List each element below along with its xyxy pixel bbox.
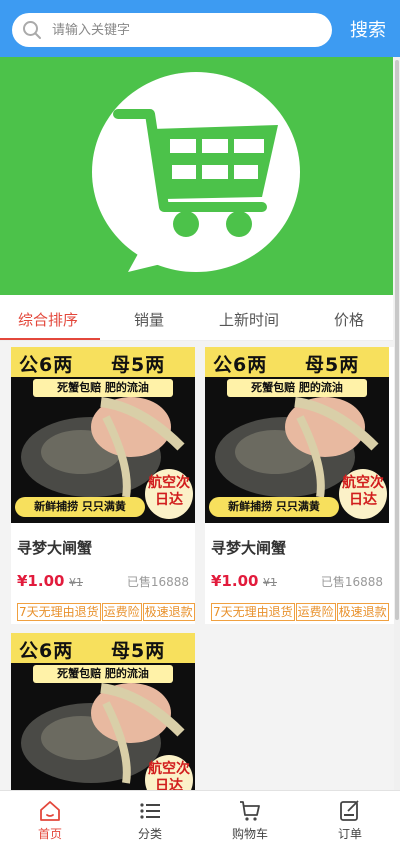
poster-title-right: 母5两 (305, 354, 360, 376)
poster-title-bar: 公6两 母5两 (11, 633, 195, 663)
tag-return: 7天无理由退货 (211, 603, 295, 621)
nav-home[interactable]: 首页 (0, 791, 100, 847)
product-card[interactable]: 公6两 母5两 死蟹包赔 肥的流油 新鲜捕捞 只只满黄 航空次日达 寻梦大闸蟹 … (11, 347, 195, 624)
poster-title-left: 公6两 (19, 354, 74, 376)
bottom-nav: 首页 分类 购物车 订单 (0, 790, 400, 847)
poster-title-right: 母5两 (111, 354, 166, 376)
poster-seal: 航空次日达 (145, 469, 193, 519)
product-price: ¥1.00 (211, 572, 259, 590)
product-old-price: ¥1 (263, 576, 277, 589)
nav-orders-label: 订单 (337, 827, 362, 841)
poster-title-left: 公6两 (19, 640, 74, 662)
product-name[interactable]: 寻梦大闸蟹 (211, 537, 286, 558)
search-icon (23, 21, 41, 39)
tab-newest[interactable]: 上新时间 (219, 309, 279, 330)
poster-title-right: 母5两 (111, 640, 166, 662)
product-card[interactable]: 公6两 母5两 死蟹包赔 肥的流油 新鲜捕捞 只只满黄 航空次日达 寻梦大闸蟹 … (205, 347, 394, 624)
promo-banner[interactable] (0, 57, 393, 295)
tag-shipping-insurance: 运费险 (295, 603, 336, 621)
cart-icon (240, 801, 260, 821)
tag-return: 7天无理由退货 (17, 603, 101, 621)
poster-title-bar: 公6两 母5两 (11, 347, 195, 377)
product-card[interactable]: 公6两 母5两 死蟹包赔 肥的流油 航空次日达 (11, 633, 195, 790)
nav-home-label: 首页 (37, 827, 62, 841)
order-icon (340, 800, 359, 821)
search-input[interactable] (52, 19, 322, 41)
product-sold-count: 已售16888 (320, 575, 383, 589)
nav-orders[interactable]: 订单 (300, 791, 400, 847)
sort-tabs: 综合排序 销量 上新时间 价格 (0, 295, 393, 341)
poster-seal: 航空次日达 (145, 755, 193, 790)
header-bar: 搜索 (0, 0, 400, 57)
poster-title-bar: 公6两 母5两 (205, 347, 389, 377)
poster-subtitle: 死蟹包赔 肥的流油 (227, 379, 367, 397)
product-image[interactable]: 公6两 母5两 死蟹包赔 肥的流油 航空次日达 (11, 633, 195, 790)
tag-fast-refund: 极速退款 (336, 603, 389, 621)
product-image[interactable]: 公6两 母5两 死蟹包赔 肥的流油 新鲜捕捞 只只满黄 航空次日达 (205, 347, 389, 523)
tab-sales[interactable]: 销量 (134, 309, 164, 330)
product-name[interactable]: 寻梦大闸蟹 (17, 537, 92, 558)
product-price: ¥1.00 (17, 572, 65, 590)
poster-seal: 航空次日达 (339, 469, 387, 519)
product-tags: 7天无理由退货 运费险 极速退款 (17, 601, 196, 621)
tag-fast-refund: 极速退款 (142, 603, 195, 621)
tag-shipping-insurance: 运费险 (101, 603, 142, 621)
tab-price[interactable]: 价格 (334, 309, 364, 330)
search-button[interactable]: 搜索 (350, 16, 386, 42)
search-box[interactable] (12, 13, 332, 47)
product-image[interactable]: 公6两 母5两 死蟹包赔 肥的流油 新鲜捕捞 只只满黄 航空次日达 (11, 347, 195, 523)
nav-category[interactable]: 分类 (100, 791, 200, 847)
scrollbar-thumb[interactable] (395, 60, 399, 620)
product-old-price: ¥1 (69, 576, 83, 589)
poster-banner: 新鲜捕捞 只只满黄 (209, 497, 339, 517)
active-tab-indicator (0, 338, 100, 340)
tab-comprehensive[interactable]: 综合排序 (18, 309, 78, 330)
product-tags: 7天无理由退货 运费险 极速退款 (211, 601, 390, 621)
poster-subtitle: 死蟹包赔 肥的流油 (33, 665, 173, 683)
shopping-cart-logo-icon (92, 72, 300, 272)
poster-title-left: 公6两 (213, 354, 268, 376)
nav-category-label: 分类 (137, 827, 162, 841)
poster-banner: 新鲜捕捞 只只满黄 (15, 497, 145, 517)
poster-subtitle: 死蟹包赔 肥的流油 (33, 379, 173, 397)
list-icon (140, 803, 160, 819)
nav-cart-label: 购物车 (231, 827, 268, 841)
product-sold-count: 已售16888 (126, 575, 189, 589)
nav-cart[interactable]: 购物车 (200, 791, 300, 847)
home-icon (40, 801, 60, 821)
